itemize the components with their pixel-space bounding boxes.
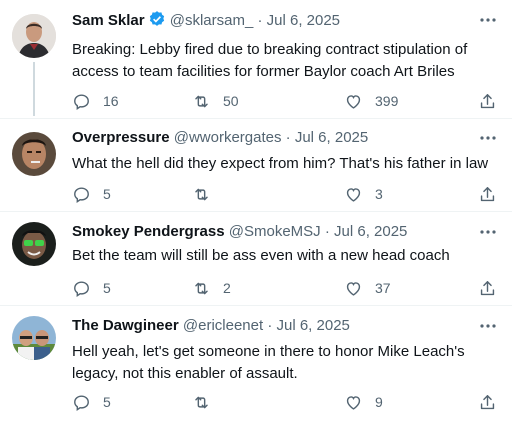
more-icon[interactable]	[478, 128, 498, 148]
avatar-overpressure[interactable]	[12, 132, 56, 176]
like-icon	[346, 281, 361, 296]
reply-count: 5	[103, 394, 111, 410]
tweet-actions: 5 3	[72, 184, 502, 204]
separator-dot: ·	[267, 317, 273, 334]
divider	[0, 305, 512, 306]
author-handle[interactable]: @ericleenet	[183, 317, 263, 334]
like-count: 3	[375, 186, 383, 202]
retweet-button[interactable]: 2	[192, 278, 231, 298]
reply-count: 16	[103, 93, 119, 109]
retweet-icon	[195, 282, 208, 294]
tweet-date[interactable]: Jul 6, 2025	[277, 317, 350, 334]
author-handle[interactable]: @sklarsam_	[170, 12, 254, 29]
more-icon[interactable]	[478, 316, 498, 336]
like-count: 9	[375, 394, 383, 410]
thread-connector	[33, 62, 35, 116]
author-name[interactable]: Overpressure	[72, 129, 170, 146]
retweet-icon	[195, 95, 208, 107]
share-button[interactable]	[478, 91, 497, 111]
share-button[interactable]	[478, 392, 497, 412]
reply-button[interactable]: 16	[72, 91, 119, 111]
retweet-button[interactable]	[192, 392, 211, 412]
retweet-icon	[195, 188, 208, 200]
tweet-text: Hell yeah, let's get someone in there to…	[72, 343, 465, 382]
separator-dot: ·	[257, 12, 263, 29]
share-icon	[480, 394, 495, 409]
reply-button[interactable]: 5	[72, 278, 111, 298]
divider	[0, 211, 512, 212]
tweet-text: Bet the team will still be ass even with…	[72, 247, 450, 264]
more-icon[interactable]	[478, 10, 498, 30]
tweet-date[interactable]: Jul 6, 2025	[334, 223, 407, 240]
tweet-header: Sam Sklar @sklarsam_ · Jul 6, 2025	[72, 10, 340, 34]
reply-icon	[74, 394, 89, 411]
tweet-actions: 5 9	[72, 392, 502, 412]
author-name[interactable]: The Dawgineer	[72, 317, 179, 334]
tweet-3[interactable]: Smokey Pendergrass @SmokeMSJ · Jul 6, 20…	[0, 222, 512, 304]
reply-count: 5	[103, 186, 111, 202]
like-button[interactable]: 9	[344, 392, 383, 412]
retweet-button[interactable]: 50	[192, 91, 239, 111]
author-name[interactable]: Smokey Pendergrass	[72, 223, 225, 240]
avatar-smokey-pendergrass[interactable]	[12, 222, 56, 266]
reply-button[interactable]: 5	[72, 392, 111, 412]
reply-button[interactable]: 5	[72, 184, 111, 204]
share-button[interactable]	[478, 278, 497, 298]
like-icon	[346, 187, 361, 202]
retweet-icon	[195, 396, 208, 408]
share-button[interactable]	[478, 184, 497, 204]
share-icon	[480, 280, 495, 295]
like-icon	[346, 94, 361, 109]
tweet-date[interactable]: Jul 6, 2025	[295, 129, 368, 146]
reply-icon	[74, 93, 89, 110]
author-handle[interactable]: @wworkergates	[174, 129, 282, 146]
tweet-header: The Dawgineer @ericleenet · Jul 6, 2025	[72, 316, 350, 336]
more-icon[interactable]	[478, 222, 498, 242]
divider	[0, 118, 512, 119]
tweet-4[interactable]: The Dawgineer @ericleenet · Jul 6, 2025 …	[0, 316, 512, 416]
like-button[interactable]: 399	[344, 91, 398, 111]
tweet-actions: 5 2 37	[72, 278, 502, 298]
like-count: 37	[375, 280, 391, 296]
retweet-button[interactable]	[192, 184, 211, 204]
avatar-the-dawgineer[interactable]	[12, 316, 56, 360]
separator-dot: ·	[324, 223, 330, 240]
tweet-2[interactable]: Overpressure @wworkergates · Jul 6, 2025…	[0, 128, 512, 210]
like-button[interactable]: 37	[344, 278, 391, 298]
author-handle[interactable]: @SmokeMSJ	[229, 223, 321, 240]
reply-icon	[74, 280, 89, 297]
reply-count: 5	[103, 280, 111, 296]
tweet-date[interactable]: Jul 6, 2025	[267, 12, 340, 29]
like-count: 399	[375, 93, 399, 109]
retweet-count: 2	[223, 280, 231, 296]
like-icon	[346, 395, 361, 410]
tweet-text: Breaking: Lebby fired due to breaking co…	[72, 41, 468, 80]
like-button[interactable]: 3	[344, 184, 383, 204]
retweet-count: 50	[223, 93, 239, 109]
separator-dot: ·	[285, 129, 291, 146]
share-icon	[480, 93, 495, 108]
avatar-sam-sklar[interactable]	[12, 14, 56, 58]
tweet-header: Overpressure @wworkergates · Jul 6, 2025	[72, 128, 368, 148]
tweet-header: Smokey Pendergrass @SmokeMSJ · Jul 6, 20…	[72, 222, 407, 242]
share-icon	[480, 186, 495, 201]
author-name[interactable]: Sam Sklar	[72, 12, 145, 29]
tweet-1[interactable]: Sam Sklar @sklarsam_ · Jul 6, 2025 Break…	[0, 10, 512, 115]
tweet-text: What the hell did they expect from him? …	[72, 155, 489, 172]
verified-icon	[148, 10, 166, 34]
tweet-actions: 16 50 399	[72, 91, 502, 111]
reply-icon	[74, 186, 89, 203]
